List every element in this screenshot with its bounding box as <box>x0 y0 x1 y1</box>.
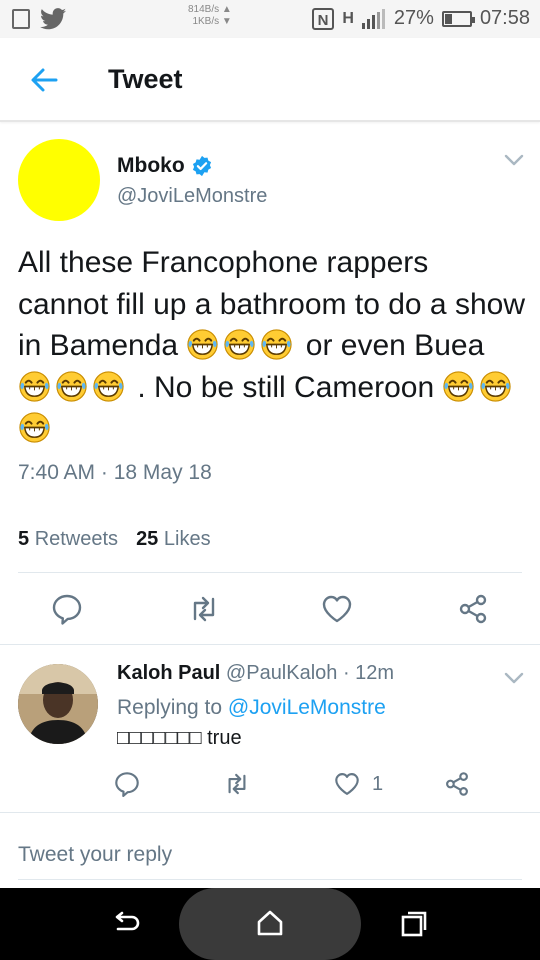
divider <box>18 572 522 573</box>
reply-header: Kaloh Paul @PaulKaloh · 12m <box>117 662 394 685</box>
net-up: 814B/s ▲ <box>188 4 232 15</box>
back-arrow-icon[interactable] <box>28 64 60 96</box>
reply-author-name[interactable]: Kaloh Paul <box>117 662 220 684</box>
replying-to-link[interactable]: @JoviLeMonstre <box>228 696 386 719</box>
tears-of-joy-emoji-icon <box>93 370 124 402</box>
tweet-actions <box>0 592 540 628</box>
retweets-label: Retweets <box>34 528 119 550</box>
retweets-count: 5 <box>18 528 30 550</box>
battery-percent: 27% <box>393 7 434 29</box>
person-photo-icon <box>18 664 98 744</box>
emoji-group <box>18 370 129 404</box>
screen-mirror-icon <box>12 9 30 29</box>
network-speed: 814B/s ▲ 1KB/s ▼ <box>188 4 232 28</box>
signal-strength-icon <box>361 8 385 29</box>
tweet-text-part-3: . No be still Cameroon <box>129 370 443 404</box>
reply-like-icon[interactable] <box>333 770 361 798</box>
replying-to-line: Replying to @JoviLeMonstre <box>117 696 386 720</box>
reply-icon[interactable] <box>50 592 84 626</box>
system-nav-bar <box>0 888 540 960</box>
likes-label: Likes <box>163 528 211 550</box>
tears-of-joy-emoji-icon <box>224 329 256 360</box>
tears-of-joy-emoji-icon <box>56 370 87 402</box>
status-bar: 814B/s ▲ 1KB/s ▼ N H 27% 07:58 <box>0 0 540 38</box>
nav-back-icon[interactable] <box>110 908 142 940</box>
battery-icon <box>441 10 475 27</box>
share-icon[interactable] <box>456 592 490 626</box>
verified-badge-icon <box>192 155 211 177</box>
reply-author-avatar[interactable] <box>18 664 98 744</box>
reply-text: □□□□□□□ true <box>117 727 242 749</box>
composer-underline <box>18 879 522 880</box>
reply-reply-icon[interactable] <box>113 770 141 798</box>
tweet-stats: 5 Retweets 25 Likes <box>18 528 211 551</box>
tears-of-joy-emoji-icon <box>19 370 50 402</box>
page-title: Tweet <box>108 64 183 94</box>
author-name-text: Mboko <box>117 154 185 177</box>
status-indicators: N H 27% 07:58 <box>312 7 530 30</box>
nav-home-icon[interactable] <box>254 907 286 939</box>
retweet-icon[interactable] <box>187 592 221 626</box>
tweet-text: All these Francophone rappers cannot fil… <box>18 242 526 450</box>
likes-stat[interactable]: 25 Likes <box>136 528 211 551</box>
clock: 07:58 <box>479 7 530 29</box>
tears-of-joy-emoji-icon <box>187 329 219 360</box>
tweet-text-part-2: or even Buea <box>297 329 485 362</box>
author-avatar[interactable] <box>18 139 100 221</box>
reply-like-count: 1 <box>372 773 384 795</box>
battery-fill <box>444 13 452 24</box>
reply-time: · 12m <box>342 662 395 684</box>
status-notifications <box>12 8 66 30</box>
reply-author-handle[interactable]: @PaulKaloh <box>226 662 337 684</box>
net-down: 1KB/s ▼ <box>192 16 232 27</box>
tears-of-joy-emoji-icon <box>261 329 293 360</box>
chevron-down-icon[interactable] <box>502 150 526 170</box>
reply-chevron-down-icon[interactable] <box>502 668 526 688</box>
signal-type: H <box>342 9 354 27</box>
app-bar: Tweet <box>0 38 540 122</box>
section-divider <box>0 812 540 813</box>
emoji-group <box>186 329 297 362</box>
like-icon[interactable] <box>320 592 354 626</box>
tweet-reply-input[interactable] <box>18 840 522 870</box>
likes-count: 25 <box>136 528 159 550</box>
retweets-stat[interactable]: 5 Retweets <box>18 528 118 551</box>
tears-of-joy-emoji-icon <box>19 412 50 443</box>
tears-of-joy-emoji-icon <box>443 370 475 402</box>
reply-actions <box>0 770 540 800</box>
tears-of-joy-emoji-icon <box>480 370 512 402</box>
tweet-timestamp: 7:40 AM · 18 May 18 <box>18 461 212 484</box>
replying-prefix: Replying to <box>117 696 223 719</box>
reply-retweet-icon[interactable] <box>223 770 251 798</box>
twitter-bird-icon <box>40 8 66 30</box>
nav-recents-icon[interactable] <box>398 908 430 940</box>
author-handle[interactable]: @JoviLeMonstre <box>117 185 267 208</box>
section-divider <box>0 644 540 645</box>
author-name[interactable]: Mboko <box>117 154 213 178</box>
nfc-icon: N <box>312 7 335 30</box>
svg-text:N: N <box>318 12 329 29</box>
reply-share-icon[interactable] <box>443 770 471 798</box>
